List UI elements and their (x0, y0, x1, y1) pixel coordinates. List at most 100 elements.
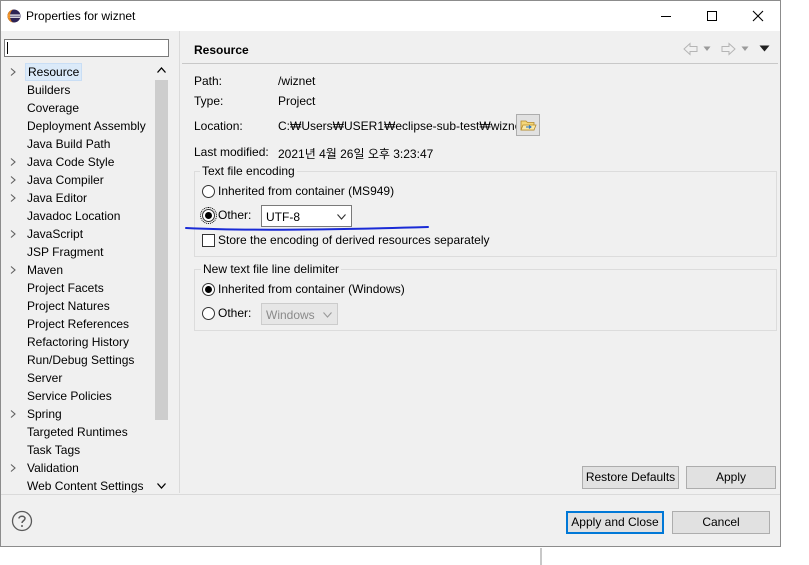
tree-item-label: Web Content Settings (27, 479, 144, 493)
path-label: Path: (194, 74, 223, 88)
expand-chevron-icon[interactable] (9, 158, 17, 166)
title-separator (182, 63, 778, 64)
tree-item-maven[interactable]: Maven (5, 261, 155, 279)
tree-item-javascript[interactable]: JavaScript (5, 225, 155, 243)
tree-item-project-natures[interactable]: Project Natures (5, 297, 155, 315)
bottom-separator (1, 494, 780, 495)
expand-chevron-icon[interactable] (9, 266, 17, 274)
delimiter-inherited-label[interactable]: Inherited from container (Windows) (218, 282, 405, 296)
tree-item-java-compiler[interactable]: Java Compiler (5, 171, 155, 189)
folder-open-icon (520, 120, 537, 131)
expand-chevron-icon[interactable] (9, 68, 17, 76)
maximize-button[interactable] (689, 1, 735, 31)
tree-scrollbar[interactable] (154, 63, 169, 494)
delimiter-inherited-radio[interactable] (202, 283, 215, 296)
delimiter-group-title: New text file line delimiter (201, 262, 342, 276)
tree-item-label: Builders (27, 83, 71, 97)
tree-item-label: Java Editor (27, 191, 88, 205)
tree-item-project-facets[interactable]: Project Facets (5, 279, 155, 297)
show-in-explorer-button[interactable] (516, 114, 540, 136)
tree-item-targeted-runtimes[interactable]: Targeted Runtimes (5, 423, 155, 441)
apply-and-close-button[interactable]: Apply and Close (566, 511, 664, 534)
tree-item-resource[interactable]: Resource (5, 63, 155, 81)
last-modified-value: 2021년 4월 26일 오후 3:23:47 (278, 147, 434, 161)
expand-chevron-icon[interactable] (9, 194, 17, 202)
tree-item-label: Validation (27, 461, 79, 475)
tree-item-label: Javadoc Location (27, 209, 121, 223)
restore-defaults-button[interactable]: Restore Defaults (582, 466, 679, 489)
tree-item-label: Maven (27, 263, 64, 277)
tree-item-service-policies[interactable]: Service Policies (5, 387, 155, 405)
tree-item-java-editor[interactable]: Java Editor (5, 189, 155, 207)
tree-item-label: Resource (25, 63, 83, 81)
pane-divider[interactable] (179, 31, 180, 493)
window-title: Properties for wiznet (26, 9, 136, 23)
expand-chevron-icon[interactable] (9, 230, 17, 238)
scrollbar-thumb[interactable] (155, 80, 168, 420)
tree-item-label: Service Policies (27, 389, 112, 403)
property-pages-tree[interactable]: Resource Builders Coverage Deployment Assem… (5, 63, 155, 494)
tree-item-run-debug-settings[interactable]: Run/Debug Settings (5, 351, 155, 369)
cancel-button[interactable]: Cancel (672, 511, 770, 534)
page-title: Resource (194, 43, 249, 57)
delimiter-other-radio[interactable] (202, 307, 215, 320)
delimiter-select-value: Windows (266, 308, 315, 322)
tree-item-builders[interactable]: Builders (5, 81, 155, 99)
encoding-inherited-label[interactable]: Inherited from container (MS949) (218, 184, 394, 198)
tree-item-label: JSP Fragment (27, 245, 104, 259)
store-encoding-label[interactable]: Store the encoding of derived resources … (218, 233, 490, 247)
title-bar[interactable]: Properties for wiznet (1, 1, 780, 31)
location-value: C:₩Users₩USER1₩eclipse-sub-test₩wiznet (278, 119, 525, 133)
tree-item-javadoc-location[interactable]: Javadoc Location (5, 207, 155, 225)
tree-item-java-code-style[interactable]: Java Code Style (5, 153, 155, 171)
back-menu-chevron-icon[interactable] (703, 46, 711, 52)
path-value: /wiznet (278, 74, 316, 88)
expand-chevron-icon[interactable] (9, 464, 17, 472)
encoding-select-value: UTF-8 (266, 210, 300, 224)
tree-item-label: Refactoring History (27, 335, 130, 349)
tree-item-refactoring-history[interactable]: Refactoring History (5, 333, 155, 351)
tree-item-java-build-path[interactable]: Java Build Path (5, 135, 155, 153)
close-icon (752, 10, 764, 22)
encoding-group-title: Text file encoding (200, 164, 297, 178)
encoding-other-radio[interactable] (200, 207, 217, 224)
tree-item-label: Run/Debug Settings (27, 353, 135, 367)
scroll-down-icon[interactable] (157, 483, 166, 489)
encoding-inherited-radio[interactable] (202, 185, 215, 198)
tree-item-label: Server (27, 371, 63, 385)
tree-item-validation[interactable]: Validation (5, 459, 155, 477)
expand-chevron-icon[interactable] (9, 176, 17, 184)
tree-item-server[interactable]: Server (5, 369, 155, 387)
tree-item-web-content-settings[interactable]: Web Content Settings (5, 477, 155, 494)
blue-underline-annotation (185, 226, 429, 231)
tree-item-coverage[interactable]: Coverage (5, 99, 155, 117)
tree-item-deployment-assembly[interactable]: Deployment Assembly (5, 117, 155, 135)
delimiter-other-label[interactable]: Other: (218, 306, 251, 320)
help-icon[interactable] (11, 510, 33, 532)
tree-item-label: Targeted Runtimes (27, 425, 128, 439)
minimize-button[interactable] (643, 1, 689, 31)
apply-button[interactable]: Apply (686, 466, 776, 489)
tree-item-spring[interactable]: Spring (5, 405, 155, 423)
forward-menu-chevron-icon[interactable] (741, 46, 749, 52)
tree-item-label: Coverage (27, 101, 80, 115)
encoding-other-label[interactable]: Other: (218, 208, 251, 222)
view-menu-icon[interactable] (759, 45, 770, 52)
tree-item-label: JavaScript (27, 227, 84, 241)
expand-chevron-icon[interactable] (9, 410, 17, 418)
filter-input[interactable] (4, 39, 169, 57)
tree-item-jsp-fragment[interactable]: JSP Fragment (5, 243, 155, 261)
tree-item-label: Deployment Assembly (27, 119, 146, 133)
type-label: Type: (194, 94, 224, 108)
scroll-up-icon[interactable] (157, 67, 166, 73)
back-arrow-icon[interactable] (683, 42, 699, 56)
background-divider (540, 548, 542, 565)
close-button[interactable] (735, 1, 781, 31)
properties-dialog: Properties for wiznet Resource Builders Co… (0, 0, 781, 547)
delimiter-select[interactable]: Windows (261, 303, 338, 325)
type-value: Project (278, 94, 316, 108)
forward-arrow-icon[interactable] (720, 42, 736, 56)
tree-item-task-tags[interactable]: Task Tags (5, 441, 155, 459)
store-encoding-checkbox[interactable] (202, 234, 215, 247)
tree-item-project-references[interactable]: Project References (5, 315, 155, 333)
